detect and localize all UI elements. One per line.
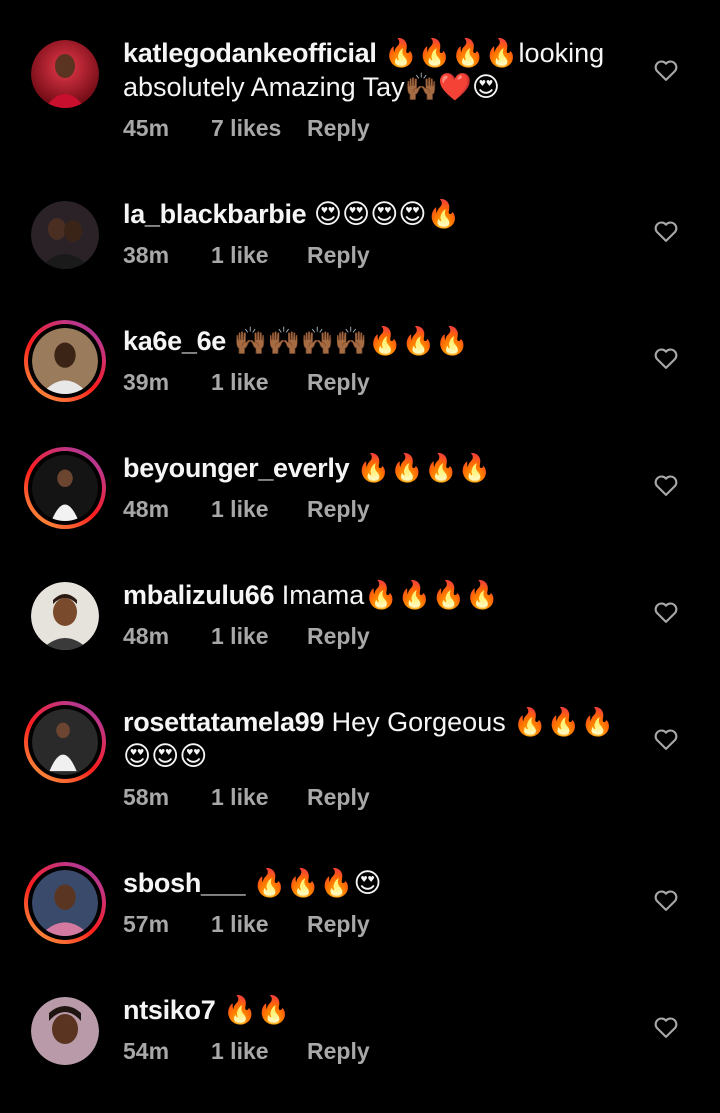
comment-meta: 48m 1 like Reply xyxy=(123,495,633,523)
avatar-photo xyxy=(32,328,98,394)
comment-time: 45m xyxy=(123,115,170,141)
comment-likes[interactable]: 1 like xyxy=(211,783,307,811)
comment-meta: 58m 1 like Reply xyxy=(123,783,633,811)
comment-meta: 38m 1 like Reply xyxy=(123,241,633,269)
comment-likes[interactable]: 1 like xyxy=(211,368,307,396)
comment-time: 39m xyxy=(123,369,170,395)
comment-username[interactable]: beyounger_everly xyxy=(123,453,350,483)
comment-meta: 45m 7 likes Reply xyxy=(123,114,633,142)
comment-message: 😍😍😍😍🔥 xyxy=(306,199,461,229)
comment-likes[interactable]: 1 like xyxy=(211,622,307,650)
comment-likes[interactable]: 7 likes xyxy=(211,114,307,142)
avatar-story-ring[interactable] xyxy=(24,862,106,944)
comment-username[interactable]: la_blackbarbie xyxy=(123,199,307,229)
avatar-story-ring[interactable] xyxy=(24,320,106,402)
comment-time: 57m xyxy=(123,911,170,937)
reply-button[interactable]: Reply xyxy=(307,368,370,396)
heart-outline-icon xyxy=(654,221,678,242)
like-button[interactable] xyxy=(652,344,680,372)
heart-outline-icon xyxy=(654,60,678,81)
like-button[interactable] xyxy=(652,725,680,753)
heart-outline-icon xyxy=(654,602,678,623)
comment-text: beyounger_everly 🔥🔥🔥🔥 xyxy=(123,451,633,485)
comment-time: 38m xyxy=(123,242,170,268)
comment-message: 🔥🔥 xyxy=(215,995,291,1025)
comment-username[interactable]: mbalizulu66 xyxy=(123,580,275,610)
avatar xyxy=(28,705,102,779)
comment-text: ntsiko7 🔥🔥 xyxy=(123,993,633,1027)
avatar-photo xyxy=(31,582,99,650)
comment-likes[interactable]: 1 like xyxy=(211,910,307,938)
comment-text: ka6e_6e 🙌🏾🙌🏾🙌🏾🙌🏾🔥🔥🔥 xyxy=(123,324,633,358)
avatar-photo xyxy=(32,455,98,521)
avatar[interactable] xyxy=(31,997,99,1065)
comment-time: 58m xyxy=(123,784,170,810)
comment-text: mbalizulu66 Imama🔥🔥🔥🔥 xyxy=(123,578,633,612)
like-button[interactable] xyxy=(652,886,680,914)
comment-time: 48m xyxy=(123,496,170,522)
comment-meta: 57m 1 like Reply xyxy=(123,910,633,938)
comment-username[interactable]: katlegodankeofficial xyxy=(123,38,377,68)
reply-button[interactable]: Reply xyxy=(307,241,370,269)
avatar-photo xyxy=(32,870,98,936)
heart-outline-icon xyxy=(654,348,678,369)
avatar xyxy=(28,451,102,525)
avatar xyxy=(28,866,102,940)
comment-likes[interactable]: 1 like xyxy=(211,495,307,523)
comment-text: katlegodankeofficial 🔥🔥🔥🔥looking absolut… xyxy=(123,36,633,104)
reply-button[interactable]: Reply xyxy=(307,622,370,650)
heart-outline-icon xyxy=(654,890,678,911)
comment-username[interactable]: ntsiko7 xyxy=(123,995,216,1025)
reply-button[interactable]: Reply xyxy=(307,495,370,523)
comment-message: 🔥🔥🔥😍 xyxy=(245,868,382,898)
comment-text: sbosh___ 🔥🔥🔥😍 xyxy=(123,866,633,900)
like-button[interactable] xyxy=(652,471,680,499)
like-button[interactable] xyxy=(652,1013,680,1041)
avatar-photo xyxy=(31,40,99,108)
comment-time: 54m xyxy=(123,1038,170,1064)
avatar-photo xyxy=(31,201,99,269)
avatar-photo xyxy=(31,997,99,1065)
comment-message: Imama🔥🔥🔥🔥 xyxy=(274,580,499,610)
like-button[interactable] xyxy=(652,56,680,84)
comment-meta: 48m 1 like Reply xyxy=(123,622,633,650)
comment-text: la_blackbarbie 😍😍😍😍🔥 xyxy=(123,197,633,231)
reply-button[interactable]: Reply xyxy=(307,1037,370,1065)
heart-outline-icon xyxy=(654,475,678,496)
avatar xyxy=(28,324,102,398)
like-button[interactable] xyxy=(652,598,680,626)
comment-username[interactable]: rosettatamela99 xyxy=(123,707,324,737)
comment-likes[interactable]: 1 like xyxy=(211,1037,307,1065)
reply-button[interactable]: Reply xyxy=(307,910,370,938)
comment-meta: 54m 1 like Reply xyxy=(123,1037,633,1065)
like-button[interactable] xyxy=(652,217,680,245)
comment-likes[interactable]: 1 like xyxy=(211,241,307,269)
avatar[interactable] xyxy=(31,201,99,269)
avatar-photo xyxy=(32,709,98,775)
comment-message: 🙌🏾🙌🏾🙌🏾🙌🏾🔥🔥🔥 xyxy=(226,326,469,356)
comment-message: 🔥🔥🔥🔥 xyxy=(349,453,492,483)
comment-text: rosettatamela99 Hey Gorgeous 🔥🔥🔥😍😍😍 xyxy=(123,705,633,773)
reply-button[interactable]: Reply xyxy=(307,114,370,142)
comment-username[interactable]: ka6e_6e xyxy=(123,326,226,356)
heart-outline-icon xyxy=(654,729,678,750)
comment-username[interactable]: sbosh___ xyxy=(123,868,245,898)
heart-outline-icon xyxy=(654,1017,678,1038)
avatar[interactable] xyxy=(31,40,99,108)
avatar-story-ring[interactable] xyxy=(24,447,106,529)
reply-button[interactable]: Reply xyxy=(307,783,370,811)
avatar[interactable] xyxy=(31,582,99,650)
comments-list: katlegodankeofficial 🔥🔥🔥🔥looking absolut… xyxy=(0,0,720,1113)
avatar-story-ring[interactable] xyxy=(24,701,106,783)
comment-meta: 39m 1 like Reply xyxy=(123,368,633,396)
comment-time: 48m xyxy=(123,623,170,649)
